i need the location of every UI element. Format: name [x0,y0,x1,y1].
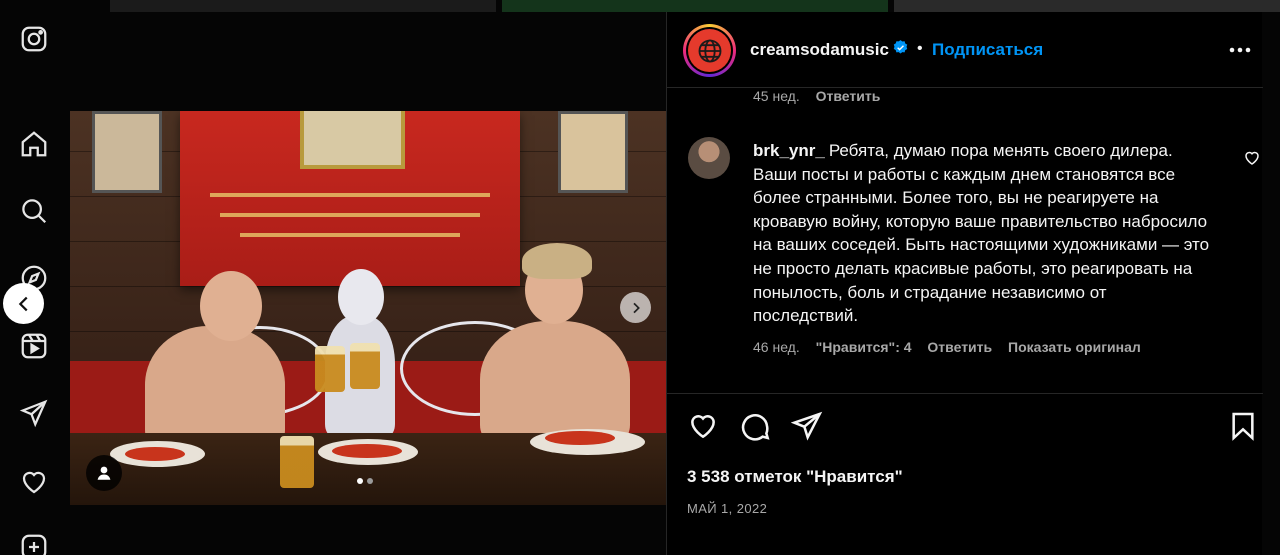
post-image [70,111,666,505]
comment-meta: 46 нед. "Нравится": 4 Ответить Показать … [753,339,1153,355]
comment-text: Ребята, думаю пора менять своего дилера.… [753,141,1210,326]
author-avatar[interactable] [683,24,736,77]
chevron-left-icon [18,296,28,311]
instagram-icon[interactable] [17,22,51,56]
carousel-dot [367,478,373,484]
share-icon[interactable] [791,410,823,442]
comment-age: 46 нед. [753,339,800,355]
home-icon[interactable] [17,127,51,161]
tagged-users-button[interactable] [86,455,122,491]
chevron-right-icon [632,302,640,313]
post-info-panel: creamsodamusic • Подписаться 45 нед. Отв… [666,12,1263,555]
commenter-username[interactable]: brk_ynr_ [753,141,825,160]
carousel-indicator [357,478,373,484]
carousel-prev-button[interactable] [3,283,44,324]
like-icon[interactable] [687,410,719,442]
reels-icon[interactable] [17,329,51,363]
carousel-next-button[interactable] [620,292,651,323]
post-date[interactable]: МАЙ 1, 2022 [687,501,767,516]
image-poster-left [92,111,162,193]
search-icon[interactable] [17,194,51,228]
image-red-banner [180,111,520,286]
globe-icon [698,39,721,62]
carousel-dot-active [357,478,363,484]
comment-body: brk_ynr_ Ребята, думаю пора менять своего… [753,139,1215,328]
comment-age: 45 нед. [753,88,800,104]
comments-list: 45 нед. Ответить brk_ynr_ Ребята, думаю п… [667,88,1263,393]
reply-button[interactable]: Ответить [816,88,881,104]
user-icon [97,466,111,480]
post-actions: 3 538 отметок "Нравится" МАЙ 1, 2022 [667,393,1263,555]
save-bookmark-icon[interactable] [1227,410,1259,442]
more-options-icon[interactable] [1227,38,1253,62]
comment-icon[interactable] [739,410,771,442]
left-sidebar [0,0,68,555]
notifications-icon[interactable] [17,465,51,499]
comment-like-icon[interactable] [1243,149,1261,167]
comment-likes-count[interactable]: "Нравится": 4 [816,339,912,355]
header-separator: • [917,40,923,57]
follow-button[interactable]: Подписаться [932,40,1043,60]
post-header: creamsodamusic • Подписаться [667,12,1263,88]
show-original-button[interactable]: Показать оригинал [1008,339,1141,355]
feed-thumbnails-strip [110,0,1280,12]
create-icon[interactable] [17,530,51,555]
commenter-avatar[interactable] [688,137,730,179]
verified-badge-icon [893,40,908,54]
author-username[interactable]: creamsodamusic [750,40,889,60]
prev-comment-meta: 45 нед. Ответить [753,88,892,104]
likes-count[interactable]: 3 538 отметок "Нравится" [687,467,903,487]
image-poster-right [558,111,628,193]
direct-icon[interactable] [17,396,51,430]
reply-button[interactable]: Ответить [927,339,992,355]
